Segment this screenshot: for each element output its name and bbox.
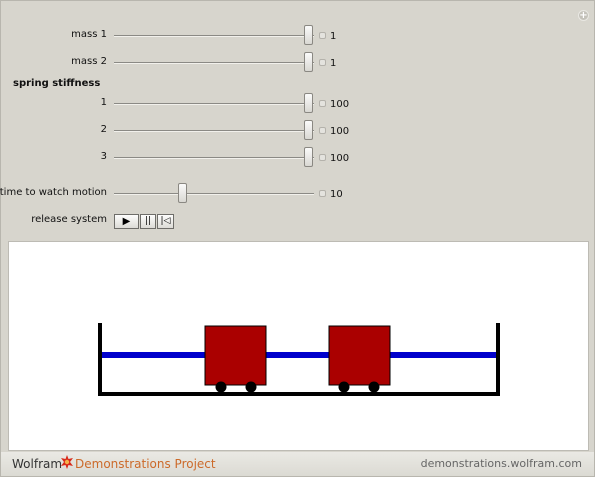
footer-project[interactable]: Demonstrations Project	[75, 457, 216, 471]
release-label-wrap: release system	[1, 211, 107, 231]
spring1-value: 100	[330, 99, 350, 110]
mass2-slider-thumb[interactable]	[304, 52, 313, 72]
mass2-wheel-right	[368, 381, 380, 393]
spring3-value: 100	[330, 153, 350, 164]
mass2-wheel-left	[338, 381, 350, 393]
spring1-slider-thumb[interactable]	[304, 93, 313, 113]
time-label-wrap: time to watch motion	[0, 184, 107, 204]
spring2-label: 2	[100, 124, 107, 135]
mass1-label-wrap: mass 1	[1, 26, 107, 46]
play-button[interactable]: ▶	[114, 214, 139, 229]
mass2-value: 1	[330, 58, 337, 69]
time-slider-thumb[interactable]	[178, 183, 187, 203]
mass1-slider-track[interactable]	[114, 35, 314, 37]
footer-brand[interactable]: Wolfram	[12, 457, 62, 471]
spring3-expand-icon[interactable]	[319, 154, 326, 161]
mass1-wheel-left	[215, 381, 227, 393]
time-expand-icon[interactable]	[319, 190, 326, 197]
spring3-label: 3	[100, 151, 107, 162]
mass1-expand-icon[interactable]	[319, 32, 326, 39]
reset-button[interactable]: |◁	[157, 214, 174, 229]
pause-button[interactable]: ||	[140, 214, 156, 229]
plus-icon[interactable]: +	[578, 10, 589, 21]
demonstration-panel: + mass 1 1 mass 2 1 spring stiffness 1 1…	[0, 0, 595, 477]
mass2-slider-track[interactable]	[114, 62, 314, 64]
time-slider-track[interactable]	[114, 193, 314, 195]
spring-mass-graphic	[98, 323, 500, 396]
spring3-label-wrap: 3	[1, 148, 107, 168]
release-label: release system	[31, 214, 107, 225]
mass2-expand-icon[interactable]	[319, 59, 326, 66]
mass2-label-wrap: mass 2	[1, 53, 107, 73]
time-value: 10	[330, 189, 343, 200]
mass2-block	[328, 325, 391, 386]
spring1-slider-track[interactable]	[114, 103, 314, 105]
spring2-slider-track[interactable]	[114, 130, 314, 132]
mass1-wheel-right	[245, 381, 257, 393]
spring2-value: 100	[330, 126, 350, 137]
spring1-label: 1	[100, 97, 107, 108]
footer-bar: Wolfram Demonstrations Project demonstra…	[1, 452, 594, 476]
spring3-slider-thumb[interactable]	[304, 147, 313, 167]
wolfram-spikey-icon	[61, 455, 73, 469]
spring-stiffness-title: spring stiffness	[13, 78, 101, 89]
mass1-slider-thumb[interactable]	[304, 25, 313, 45]
simulation-canvas	[8, 241, 589, 451]
play-icon: ▶	[122, 216, 131, 227]
spring3-slider-track[interactable]	[114, 157, 314, 159]
mass1-block	[204, 325, 267, 386]
pause-icon: ||	[144, 216, 152, 226]
time-label: time to watch motion	[0, 187, 107, 198]
mass1-label: mass 1	[71, 29, 107, 40]
footer-url[interactable]: demonstrations.wolfram.com	[421, 457, 582, 470]
mass2-label: mass 2	[71, 56, 107, 67]
spring2-label-wrap: 2	[1, 121, 107, 141]
spring1-label-wrap: 1	[1, 94, 107, 114]
reset-icon: |◁	[160, 216, 171, 226]
spring2-slider-thumb[interactable]	[304, 120, 313, 140]
spring1-expand-icon[interactable]	[319, 100, 326, 107]
mass1-value: 1	[330, 31, 337, 42]
spring2-expand-icon[interactable]	[319, 127, 326, 134]
